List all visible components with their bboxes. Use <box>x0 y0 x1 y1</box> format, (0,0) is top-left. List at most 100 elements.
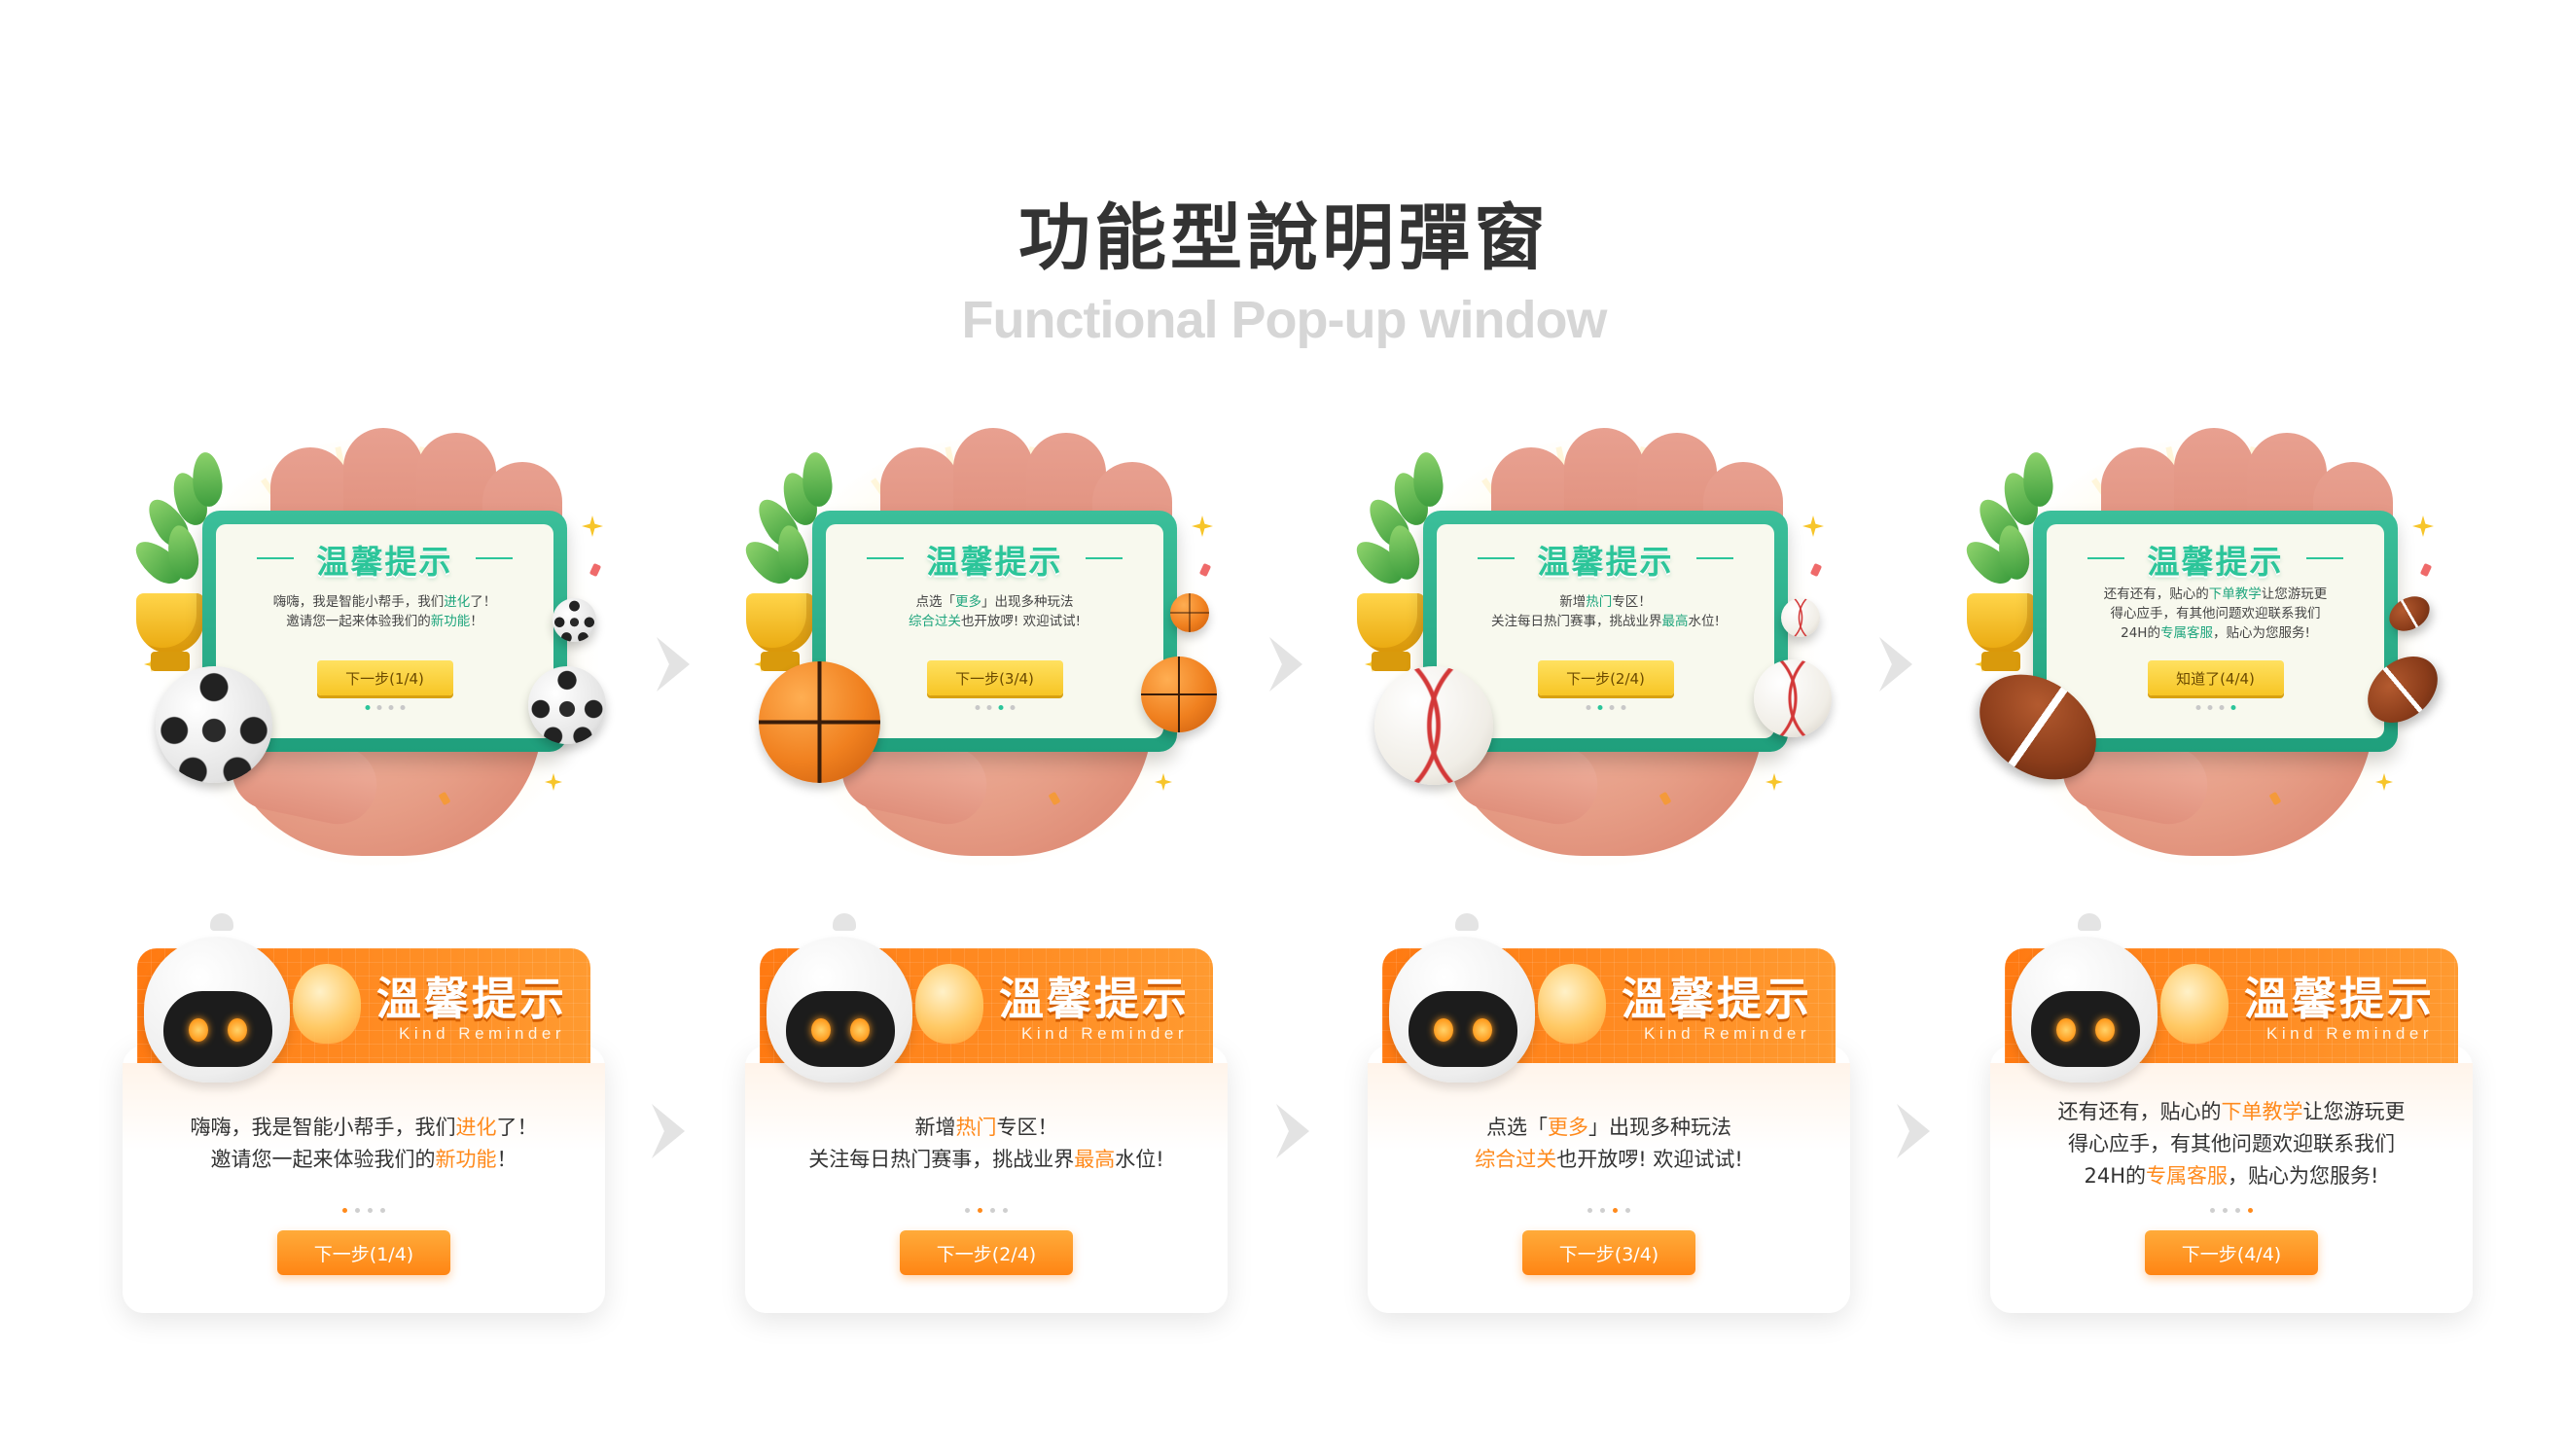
popup-title: 温馨提示 <box>926 543 1063 581</box>
trophy-base-icon <box>151 652 190 671</box>
pagination-dots <box>975 705 1015 710</box>
next-step-button[interactable]: 下一步(3/4) <box>1522 1230 1695 1275</box>
highlight-text: 进化 <box>444 594 471 610</box>
next-step-button[interactable]: 知道了(4/4) <box>2147 660 2284 695</box>
robot-antenna-icon <box>1455 913 1479 931</box>
basketball-icon <box>759 661 880 783</box>
body-text: 得心应手，有其他问题欢迎联系我们 <box>2110 606 2321 621</box>
pagination-dot <box>975 705 980 710</box>
text-line: 综合过关也开放啰! 欢迎试试! <box>1387 1144 1831 1176</box>
pagination-dots <box>365 705 405 710</box>
next-step-button[interactable]: 下一步(1/4) <box>316 660 453 695</box>
robot-eye-icon <box>1473 1018 1492 1042</box>
illustrated-popup-card: 温馨提示新增热门专区！ 关注每日热门赛事，挑战业界最高水位! 下一步(2/4) <box>1345 418 1851 875</box>
text-line: 关注每日热门赛事，挑战业界最高水位! <box>765 1144 1208 1176</box>
text-line: 邀请您一起来体验我们的新功能！ <box>224 612 546 631</box>
body-text: ！ <box>496 1148 517 1171</box>
body-text: 24H的 <box>2121 625 2160 641</box>
card-body: 点选「更多」出现多种玩法 综合过关也开放啰! 欢迎试试! 下一步(3/4) <box>1368 1063 1850 1313</box>
pagination-dot <box>1613 1208 1618 1213</box>
pagination-dots <box>1586 705 1625 710</box>
next-step-button[interactable]: 下一步(4/4) <box>2145 1230 2318 1275</box>
highlight-text: 专属客服 <box>2146 1164 2229 1188</box>
text-line: 综合过关也开放啰! 欢迎试试! <box>834 612 1156 631</box>
highlight-text: 最高 <box>1074 1148 1116 1171</box>
text-line: 得心应手，有其他问题欢迎联系我们 <box>2054 604 2376 623</box>
body-text: 新增 <box>1559 594 1587 610</box>
basketball-icon <box>1170 593 1209 632</box>
pagination-dot <box>1010 705 1015 710</box>
body-text: 关注每日热门赛事，挑战业界 <box>1491 614 1662 629</box>
illustrated-popup-card: 温馨提示 嗨嗨，我是智能小帮手，我们进化了！ 邀请您一起来体验我们的新功能！ 下一步(… <box>125 418 630 875</box>
robot-face-icon <box>786 991 895 1067</box>
sparkle-icon <box>1802 515 1824 537</box>
pagination-dot <box>1586 705 1590 710</box>
baseball-icon <box>1754 659 1832 737</box>
text-line: 还有还有，贴心的下单教学让您游玩更 <box>2010 1096 2453 1128</box>
body-text: 点选「 <box>1486 1116 1548 1139</box>
popup-message: 点选「更多」出现多种玩法 综合过关也开放啰! 欢迎试试! <box>834 592 1156 631</box>
body-text: 让您游玩更 <box>2261 586 2328 602</box>
text-line: 嗨嗨，我是智能小帮手，我们进化了！ <box>142 1112 586 1144</box>
robot-mascot-icon <box>767 913 912 1083</box>
text-line: 关注每日热门赛事，挑战业界最高水位! <box>1444 612 1766 631</box>
popup-inner: 温馨提示 还有还有，贴心的下单教学让您游玩更 得心应手，有其他问题欢迎联系我们 24H… <box>2047 524 2384 738</box>
popup-message: 还有还有，贴心的下单教学让您游玩更 得心应手，有其他问题欢迎联系我们 24H的专属客… <box>2054 585 2376 643</box>
lightbulb-icon <box>2160 964 2229 1044</box>
trophy-base-icon <box>1981 652 2020 671</box>
robot-popup-card: 溫馨提示 Kind Reminder 嗨嗨，我是智能小帮手，我们进化了！ 邀请您一起来… <box>123 913 605 1313</box>
highlight-text: 综合过关 <box>908 614 961 629</box>
basketball-icon <box>1141 657 1217 732</box>
popup-title: 温馨提示 <box>316 543 453 581</box>
pagination-dots <box>965 1208 1008 1213</box>
lightbulb-icon <box>915 964 983 1044</box>
text-line: 点选「更多」出现多种玩法 <box>1387 1112 1831 1144</box>
card-subtitle: Kind Reminder <box>399 1024 565 1043</box>
robot-popup-card: 溫馨提示 Kind Reminder 点选「更多」出现多种玩法 综合过关也开放啰! 欢… <box>1368 913 1850 1313</box>
body-text: 让您游玩更 <box>2302 1100 2406 1123</box>
text-line: 邀请您一起来体验我们的新功能！ <box>142 1144 586 1176</box>
popup-message: 新增热门专区！ 关注每日热门赛事，挑战业界最高水位! <box>1444 592 1766 631</box>
body-text: ，贴心为您服务! <box>2228 1164 2379 1188</box>
robot-antenna-icon <box>833 913 856 931</box>
pagination-dot <box>1597 705 1602 710</box>
card-subtitle: Kind Reminder <box>2266 1024 2433 1043</box>
body-text: 了！ <box>470 594 497 610</box>
next-step-button[interactable]: 下一步(2/4) <box>900 1230 1073 1275</box>
popup-title: 温馨提示 <box>2147 543 2284 581</box>
trophy-base-icon <box>1372 652 1410 671</box>
body-text: 邀请您一起来体验我们的 <box>210 1148 436 1171</box>
pagination-dot <box>2248 1208 2253 1213</box>
popup-message: 嗨嗨，我是智能小帮手，我们进化了！ 邀请您一起来体验我们的新功能！ <box>224 592 546 631</box>
highlight-text: 热门 <box>955 1116 997 1139</box>
next-step-button[interactable]: 下一步(3/4) <box>926 660 1063 695</box>
pagination-dot <box>1600 1208 1605 1213</box>
highlight-text: 专属客服 <box>2159 625 2213 641</box>
body-text: 得心应手，有其他问题欢迎联系我们 <box>2068 1132 2395 1155</box>
flow-arrow-icon <box>1897 1104 1930 1158</box>
body-text: 邀请您一起来体验我们的 <box>286 614 431 629</box>
body-text: 水位! <box>1688 614 1720 629</box>
body-text: 还有还有，贴心的 <box>2103 586 2209 602</box>
illustrated-popup-card: 温馨提示 还有还有，贴心的下单教学让您游玩更 得心应手，有其他问题欢迎联系我们 24H… <box>1955 418 2461 875</box>
card-body: 新增热门专区！ 关注每日热门赛事，挑战业界最高水位! 下一步(2/4) <box>745 1063 1228 1313</box>
card-title: 溫馨提示 <box>999 973 1190 1025</box>
pagination-dots <box>2195 705 2235 710</box>
pagination-dot <box>2235 1208 2240 1213</box>
pagination-dot <box>2210 1208 2215 1213</box>
pagination-dot <box>990 1208 995 1213</box>
pagination-dot <box>380 1208 385 1213</box>
next-step-button[interactable]: 下一步(1/4) <box>277 1230 450 1275</box>
flow-arrow-icon <box>1269 637 1302 692</box>
soccer-ball-icon <box>528 666 606 744</box>
next-step-button[interactable]: 下一步(2/4) <box>1537 660 1674 695</box>
robot-eye-icon <box>850 1018 870 1042</box>
confetti-icon <box>1198 562 1212 578</box>
robot-eye-icon <box>2056 1018 2076 1042</box>
pagination-dots <box>342 1208 385 1213</box>
highlight-text: 下单教学 <box>2221 1100 2303 1123</box>
body-text: 专区！ <box>996 1116 1058 1139</box>
body-text: 24H的 <box>2084 1164 2147 1188</box>
popup-title: 温馨提示 <box>1537 543 1674 581</box>
soccer-ball-icon <box>553 598 596 642</box>
